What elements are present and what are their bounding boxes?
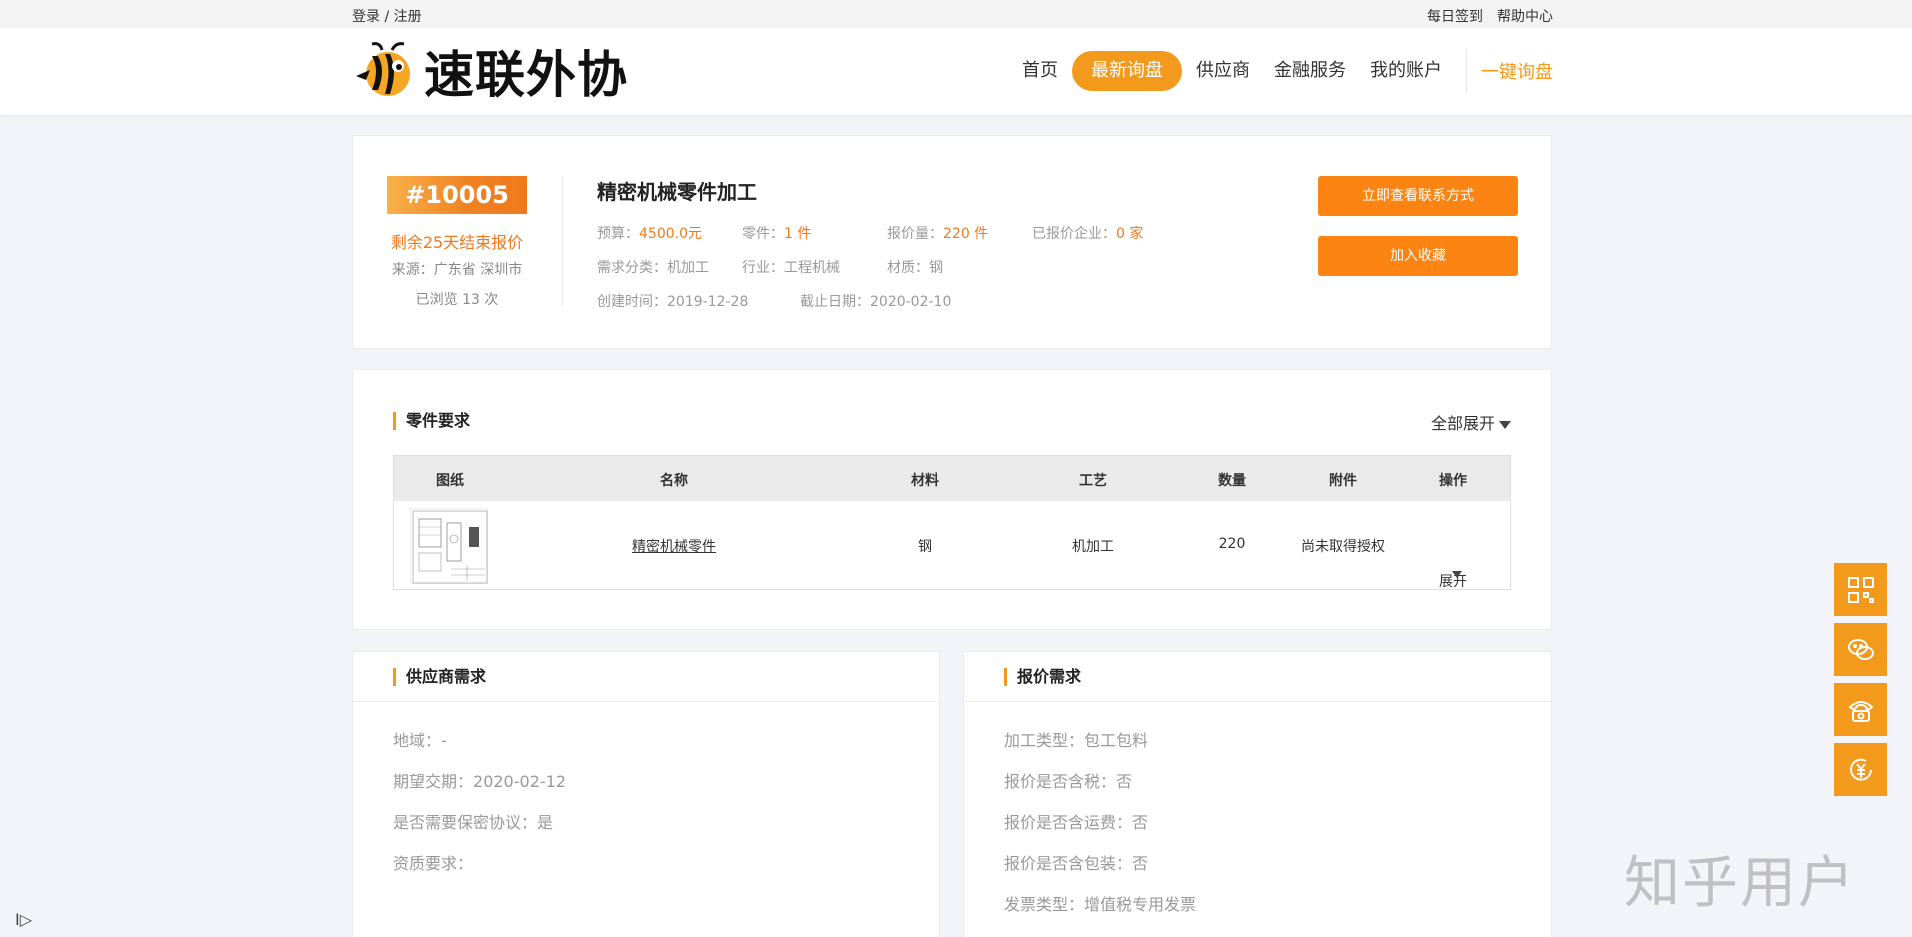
processing-type-field: 加工类型：包工包料 [1004, 731, 1149, 750]
qrcode-button[interactable] [1834, 563, 1887, 616]
parts-table: 图纸 名称 材料 工艺 数量 附件 操作 精密机械零件 钢 机加工 220 尚未… [393, 455, 1511, 590]
checkin-link[interactable]: 每日签到 [1427, 6, 1483, 26]
project-summary-card: #10005 剩余25天结束报价 来源：广东省 深圳市 已浏览 13 次 精密机… [352, 135, 1552, 349]
section-title: 供应商需求 [393, 668, 486, 686]
industry-value: 工程机械 [784, 260, 840, 276]
nav-finance[interactable]: 金融服务 [1262, 51, 1358, 91]
project-title: 精密机械零件加工 [597, 180, 757, 204]
part-attachment: 尚未取得授权 [1301, 539, 1385, 555]
includes-tax-field: 报价是否含税：否 [1004, 772, 1133, 791]
expected-delivery-field: 期望交期：2020-02-12 [393, 772, 566, 791]
expand-all-button[interactable]: 全部展开 [1431, 410, 1511, 434]
top-bar: 登录 / 注册 每日签到 帮助中心 [0, 0, 1912, 28]
qualification-field: 资质要求： [393, 854, 474, 873]
budget-value: 4500.0元 [639, 226, 702, 242]
material-value: 钢 [929, 260, 943, 276]
column-header: 工艺 [1079, 473, 1107, 489]
finance-button[interactable] [1834, 743, 1887, 796]
phone-icon [1847, 700, 1874, 722]
nav-suppliers[interactable]: 供应商 [1184, 51, 1262, 91]
drawing-thumbnail[interactable] [410, 508, 488, 584]
includes-shipping-field: 报价是否含运费：否 [1004, 813, 1149, 832]
view-contact-button[interactable]: 立即查看联系方式 [1318, 176, 1518, 216]
column-header: 材料 [911, 473, 939, 489]
nav-my-account[interactable]: 我的账户 [1358, 51, 1454, 91]
nda-required-field: 是否需要保密协议：是 [393, 813, 554, 832]
wechat-button[interactable] [1834, 623, 1887, 676]
section-title: 零件要求 [393, 412, 470, 430]
watermark: 知乎用户 [1624, 851, 1856, 916]
supplier-requirements-card: 供应商需求 地域：- 期望交期：2020-02-12 是否需要保密协议：是 资质… [352, 651, 940, 937]
quoted-companies: 0 家 [1116, 226, 1144, 242]
part-material: 钢 [918, 539, 932, 555]
card-header: 报价需求 [964, 652, 1551, 702]
nav-divider [1466, 50, 1467, 92]
wechat-icon [1847, 638, 1874, 660]
part-process: 机加工 [1072, 539, 1114, 555]
part-quantity: 220 [1218, 536, 1246, 552]
login-register-link[interactable]: 登录 / 注册 [352, 6, 422, 26]
category-value: 机加工 [667, 260, 709, 276]
nav-home[interactable]: 首页 [1010, 51, 1070, 91]
remaining-time: 剩余25天结束报价 [390, 233, 524, 252]
project-id-badge: #10005 [387, 176, 527, 214]
parts-count: 1 件 [784, 226, 812, 242]
technical-drawing-icon [412, 510, 488, 584]
info-row-3: 创建时间：2019-12-28 截止日期：2020-02-10 [597, 294, 952, 310]
column-header: 名称 [660, 473, 688, 489]
created-date: 2019-12-28 [667, 294, 749, 310]
site-logo[interactable]: 速联外协 [352, 40, 628, 104]
finance-icon [1849, 758, 1872, 781]
table-row: 精密机械零件 钢 机加工 220 尚未取得授权 展开 [394, 501, 1510, 590]
main-nav: 首页 最新询盘 供应商 金融服务 我的账户 一键询盘 [1010, 50, 1553, 92]
part-name-link[interactable]: 精密机械零件 [632, 536, 716, 556]
info-row-2: 需求分类：机加工 行业：工程机械 材质：钢 [597, 260, 943, 276]
sidebar-toggle-icon[interactable]: I▷ [15, 910, 32, 929]
column-header: 图纸 [436, 473, 464, 489]
logo-text: 速联外协 [424, 46, 628, 104]
view-count: 已浏览 13 次 [415, 292, 499, 308]
parts-requirements-card: 零件要求 全部展开 图纸 名称 材料 工艺 数量 附件 操作 精密机械零件 钢 … [352, 369, 1552, 630]
header: 速联外协 首页 最新询盘 供应商 金融服务 我的账户 一键询盘 [0, 28, 1912, 115]
qrcode-icon [1847, 576, 1874, 603]
section-title: 报价需求 [1004, 668, 1081, 686]
includes-packaging-field: 报价是否含包装：否 [1004, 854, 1149, 873]
table-header: 图纸 名称 材料 工艺 数量 附件 操作 [394, 456, 1510, 501]
nav-latest-inquiry[interactable]: 最新询盘 [1072, 51, 1182, 91]
bee-logo-icon [356, 42, 410, 96]
phone-button[interactable] [1834, 683, 1887, 736]
quote-requirements-card: 报价需求 加工类型：包工包料 报价是否含税：否 报价是否含运费：否 报价是否含包… [963, 651, 1552, 937]
column-header: 操作 [1439, 473, 1467, 489]
project-source: 来源：广东省 深圳市 [391, 262, 523, 278]
region-field: 地域：- [393, 731, 447, 750]
column-header: 数量 [1218, 473, 1246, 489]
caret-down-icon [1499, 420, 1511, 429]
info-row-1: 预算：4500.0元 零件：1 件 报价量：220 件 已报价企业：0 家 [597, 226, 1144, 242]
invoice-type-field: 发票类型：增值税专用发票 [1004, 895, 1197, 914]
quote-quantity: 220 件 [943, 226, 989, 242]
help-center-link[interactable]: 帮助中心 [1497, 6, 1553, 26]
divider [562, 176, 563, 306]
add-favorite-button[interactable]: 加入收藏 [1318, 236, 1518, 276]
deadline-date: 2020-02-10 [870, 294, 952, 310]
card-header: 供应商需求 [353, 652, 939, 702]
caret-down-icon [1452, 571, 1462, 578]
one-click-inquiry-link[interactable]: 一键询盘 [1481, 58, 1553, 84]
column-header: 附件 [1329, 473, 1357, 489]
